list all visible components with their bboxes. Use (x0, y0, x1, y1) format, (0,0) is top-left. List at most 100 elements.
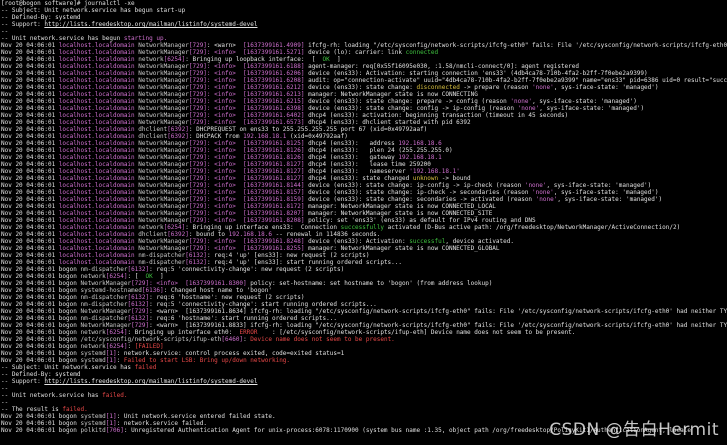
log-segment: [6132] (185, 252, 207, 259)
log-segment: [6254] (105, 329, 128, 336)
log-segment: [729] (188, 77, 207, 84)
log-line: Nov 20 04:06:01 bogon network[6254]: [FA… (0, 343, 727, 350)
log-segment: [6254] (163, 224, 186, 231)
log-segment: localhost.localdomain (58, 112, 139, 119)
log-segment: Nov 20 04:06:01 (1, 259, 59, 266)
log-segment: nm-dispatcher (138, 259, 186, 266)
log-segment: successful (409, 238, 446, 245)
log-segment: ERROR (239, 329, 258, 336)
log-segment: [1637399161.8157] (243, 189, 305, 196)
log-segment: 'none' (517, 105, 540, 112)
log-segment: 192.168.18.6 (228, 231, 272, 238)
log-segment: successfully (340, 224, 384, 231)
log-line: Nov 20 04:06:01 localhost.localdomain Ne… (0, 210, 727, 217)
log-segment: OK (145, 273, 153, 280)
log-line: Nov 20 04:06:01 bogon network[6254]: Bri… (0, 329, 727, 336)
log-segment: [729] (131, 308, 150, 315)
log-line: Nov 20 04:06:01 localhost.localdomain dh… (0, 231, 727, 238)
log-line: Nov 20 04:06:01 localhost.localdomain dh… (0, 133, 727, 140)
log-segment: Nov 20 04:06:01 bogon (1, 329, 81, 336)
log-line: Nov 20 04:06:01 localhost.localdomain Ne… (0, 189, 727, 196)
log-segment: localhost.localdomain (58, 91, 139, 98)
log-segment: NetworkManager (138, 175, 189, 182)
log-segment: Device name does not seem to be present. (250, 336, 395, 343)
log-line: -- Support: http://lists.freedesktop.org… (0, 378, 727, 385)
log-segment: : req:4 'up' [ens33]: start running orde… (206, 259, 403, 266)
log-segment: Nov 20 04:06:01 bogon (1, 315, 81, 322)
log-segment: [1637399161.6208] (243, 77, 305, 84)
log-segment: 192.168.18.6 (398, 140, 442, 147)
log-line: Nov 20 04:06:01 bogon NetworkManager[729… (0, 280, 727, 287)
log-segment: device (ens33): state change: (304, 84, 417, 91)
log-segment: -- Subject: Unit network.service has (1, 364, 135, 371)
log-segment: [729] (188, 42, 207, 49)
log-segment: : <info> (206, 105, 244, 112)
log-segment: device (ens33): Activation: starting con… (304, 70, 648, 77)
log-line: [root@bogon software]# journalctl -xe (0, 0, 727, 7)
log-segment: , sys-iface-state: 'managed') (553, 189, 659, 196)
log-segment: NetworkManager (80, 280, 132, 287)
log-segment: Nov 20 04:06:01 (1, 252, 59, 259)
log-segment: [1637399161.8127] (243, 168, 305, 175)
log-segment: localhost.localdomain (58, 119, 139, 126)
log-line: Nov 20 04:06:01 bogon network[6254]: [ O… (0, 273, 727, 280)
log-segment: NetworkManager (138, 168, 189, 175)
log-segment: Nov 20 04:06:01 bogon (1, 427, 81, 434)
log-segment: -> bound (438, 175, 471, 182)
log-segment: [1637399161.6215] (243, 98, 305, 105)
log-segment: -> prepare (reason (459, 84, 533, 91)
log-line: -- The result is failed. (0, 406, 727, 413)
log-segment: NetworkManager (138, 161, 189, 168)
log-line: Nov 20 04:06:01 bogon nm-dispatcher[6132… (0, 294, 727, 301)
log-segment: device (ens33): state change: ip-check -… (304, 189, 533, 196)
log-segment: ] (152, 273, 164, 280)
log-segment: Nov 20 04:06:01 bogon (1, 322, 81, 329)
log-segment: : Unit network.service entered failed st… (116, 413, 276, 420)
log-segment: -- Unit network.service has begun (1, 35, 124, 42)
log-segment: : req:5 'connectivity-change': new reque… (149, 266, 345, 273)
log-line: Nov 20 04:06:01 localhost.localdomain Ne… (0, 112, 727, 119)
log-segment: dhcp4 (ens33): state changed (304, 175, 413, 182)
log-segment: '192.168.18.1' (409, 168, 460, 175)
terminal-output[interactable]: [root@bogon software]# journalctl -xe -- … (0, 0, 727, 434)
log-segment: manager: NetworkManager state is now CON… (304, 210, 493, 217)
log-segment: [1637399161.6573] (243, 119, 305, 126)
log-segment: Nov 20 04:06:01 bogon (1, 350, 81, 357)
log-segment: Nov 20 04:06:01 bogon (1, 266, 81, 273)
log-segment: Nov 20 04:06:01 (1, 154, 59, 161)
log-segment: localhost.localdomain (58, 259, 139, 266)
log-segment: [729] (188, 175, 207, 182)
log-segment: network (138, 56, 164, 63)
log-segment: [root@bogon software]# journalctl -xe (1, 0, 135, 7)
log-line: Nov 20 04:06:01 localhost.localdomain Ne… (0, 49, 727, 56)
log-segment: NetworkManager (138, 154, 189, 161)
log-segment: -- Support: (1, 21, 45, 28)
log-segment: : <info> (206, 245, 244, 252)
log-segment: localhost.localdomain (58, 217, 139, 224)
log-segment: localhost.localdomain (58, 147, 139, 154)
log-segment: Nov 20 04:06:01 bogon (1, 420, 81, 427)
log-line: -- (0, 385, 727, 392)
log-segment: Nov 20 04:06:01 (1, 112, 59, 119)
log-segment: [1] (105, 413, 117, 420)
log-segment: manager: NetworkManager state is now CON… (304, 203, 496, 210)
log-segment: localhost.localdomain (58, 133, 139, 140)
log-segment: [1637399161.8144] (243, 182, 305, 189)
log-segment: : Bringing up interface ens33: Connectio… (185, 224, 341, 231)
log-segment: [1637399161.8248] (243, 238, 305, 245)
log-segment: Nov 20 04:06:01 (1, 119, 59, 126)
log-segment: OK (322, 56, 330, 63)
log-segment: localhost.localdomain (58, 168, 139, 175)
log-segment: Nov 20 04:06:01 (1, 210, 59, 217)
log-segment: NetworkManager (138, 189, 189, 196)
log-segment: NetworkManager (138, 98, 189, 105)
log-line: Nov 20 04:06:01 localhost.localdomain Ne… (0, 154, 727, 161)
log-line: Nov 20 04:06:01 localhost.localdomain Ne… (0, 168, 727, 175)
log-segment: device (lo): carrier: link (304, 49, 406, 56)
log-line: -- Subject: Unit network.service has fai… (0, 364, 727, 371)
log-segment: : network.service failed. (116, 420, 207, 427)
log-line: Nov 20 04:06:01 localhost.localdomain Ne… (0, 119, 727, 126)
log-line: Nov 20 04:06:01 localhost.localdomain Ne… (0, 84, 727, 91)
log-segment: localhost.localdomain (58, 161, 139, 168)
log-segment: -- Defined-By: systemd (1, 371, 81, 378)
